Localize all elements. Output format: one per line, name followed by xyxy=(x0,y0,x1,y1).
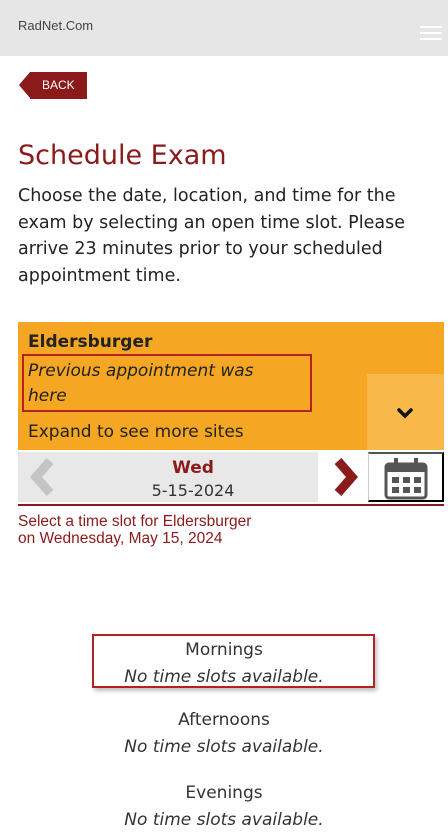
period-afternoons-empty: No time slots available. xyxy=(124,737,324,757)
current-day: Wed xyxy=(172,458,214,478)
calendar-button[interactable] xyxy=(368,452,444,502)
current-date-value: 5-15-2024 xyxy=(151,481,235,500)
timeslot-message-line1: Select a time slot for Eldersburger xyxy=(18,513,252,530)
chevron-down-icon xyxy=(397,408,413,419)
date-divider xyxy=(18,504,444,506)
period-afternoons-label: Afternoons xyxy=(178,710,270,730)
timeslot-message-line2: on Wednesday, May 15, 2024 xyxy=(18,530,223,547)
period-evenings-label: Evenings xyxy=(185,783,263,803)
site-name: Eldersburger xyxy=(28,332,153,352)
chevron-right-icon xyxy=(334,458,358,496)
timeslot-message: Select a time slot for Eldersburger on W… xyxy=(18,513,438,547)
calendar-icon xyxy=(384,458,428,500)
previous-day-button[interactable] xyxy=(18,452,68,502)
current-date: Wed 5-15-2024 xyxy=(68,452,318,502)
page-title: Schedule Exam xyxy=(18,140,227,171)
period-evenings-empty: No time slots available. xyxy=(124,810,324,830)
next-day-button[interactable] xyxy=(318,452,368,502)
back-button[interactable]: BACK xyxy=(19,72,87,99)
expand-sites-label[interactable]: Expand to see more sites xyxy=(28,422,244,442)
top-bar: RadNet.Com xyxy=(0,0,448,56)
brand-link[interactable]: RadNet.Com xyxy=(18,18,93,33)
menu-icon[interactable] xyxy=(420,26,442,46)
date-navigator: Wed 5-15-2024 xyxy=(18,452,444,502)
highlight-box xyxy=(22,354,312,412)
expand-sites-button[interactable] xyxy=(367,374,444,450)
chevron-left-icon xyxy=(30,458,54,496)
highlight-box xyxy=(92,634,375,688)
page-intro: Choose the date, location, and time for … xyxy=(18,186,405,286)
